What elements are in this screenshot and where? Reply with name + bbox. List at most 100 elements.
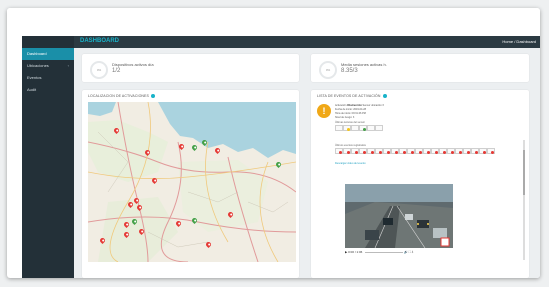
status-dot	[418, 150, 422, 154]
map-section-title-text: LOCALIZACION DE ACTIVACIONES	[88, 94, 149, 98]
grid-cell	[351, 148, 359, 154]
status-dot	[386, 150, 390, 154]
grid-cell	[439, 148, 447, 154]
status-dot	[410, 150, 414, 154]
event-date: Fecha de inicio: 2019-04-28	[335, 108, 366, 111]
events-card: LISTA DE EVENTOS DE ACTIVACIÓN ! Activac…	[311, 90, 529, 278]
top-header: DASHBOARD Home / Dashboard	[74, 36, 540, 48]
sidebar-item-label: Eventos	[27, 75, 42, 80]
status-dot	[378, 150, 382, 154]
kpi-card-sessions: 0% Media sesiones activas h. 8.35/3	[311, 54, 529, 82]
grid-cell	[423, 148, 431, 154]
status-dot	[466, 150, 470, 154]
grid-cell	[359, 148, 367, 154]
event-time: Hora de inicio: 09:31:46 PM	[335, 112, 366, 115]
screenshot-frame: Dashboard Ubicaciones ‹ Eventos Audit DA…	[7, 8, 540, 278]
grid-cell	[375, 125, 383, 131]
status-dot	[434, 150, 438, 154]
grid-cell	[431, 148, 439, 154]
grid-cell	[391, 148, 399, 154]
info-icon[interactable]	[382, 94, 387, 99]
events-section-title: LISTA DE EVENTOS DE ACTIVACIÓN	[317, 94, 387, 99]
chevron-left-icon: ‹	[67, 63, 69, 68]
page-title: DASHBOARD	[80, 38, 119, 44]
status-dot	[458, 150, 462, 154]
status-dot	[370, 150, 374, 154]
kpi-progress-ring: 0%	[319, 61, 337, 79]
sidebar-item-audit[interactable]: Audit	[22, 84, 74, 96]
grid-cell	[415, 148, 423, 154]
event-type[interactable]: Activación Obstrucción Sensor ubicación …	[335, 104, 384, 107]
play-icon[interactable]: ▶	[345, 250, 347, 254]
event-type-prefix: Activación	[335, 104, 348, 107]
kpi-label: Dispositivos activos día	[112, 62, 154, 67]
video-controls: ▶ 0:00 / 1:06 🔊 ⛶ ⇩	[345, 250, 453, 256]
grid-cell	[343, 148, 351, 154]
map-card: LOCALIZACION DE ACTIVACIONES	[82, 90, 299, 278]
scrollbar-thumb[interactable]	[523, 150, 525, 195]
grid-cell	[375, 148, 383, 154]
status-dot	[426, 150, 430, 154]
status-dot	[346, 127, 350, 131]
status-dot	[482, 150, 486, 154]
status-dot	[442, 150, 446, 154]
grid-cell	[463, 148, 471, 154]
activation-map[interactable]	[88, 102, 296, 262]
info-icon[interactable]	[150, 94, 155, 99]
status-dot	[346, 150, 350, 154]
grid-cell	[487, 148, 495, 154]
grid-cell	[335, 125, 343, 131]
status-dot	[490, 150, 494, 154]
grid-cell	[335, 148, 343, 154]
video-frame	[345, 184, 453, 248]
download-video-link[interactable]: Descargar vídeo del evento	[335, 162, 366, 165]
event-type-name: Obstrucción	[347, 104, 362, 107]
grid-cell	[479, 148, 487, 154]
grid-cell	[383, 148, 391, 154]
status-dot	[338, 150, 342, 154]
kpi-card-devices: 0% Dispositivos activos día 1/2	[82, 54, 299, 82]
grid-cell	[343, 125, 351, 131]
status-dot	[394, 150, 398, 154]
map-tiles	[88, 102, 296, 262]
breadcrumb[interactable]: Home / Dashboard	[502, 39, 536, 44]
status-dot	[402, 150, 406, 154]
sensor-grid-caption: Últimas lecturas del sensor	[335, 121, 366, 124]
event-type-suffix: Sensor ubicación X	[361, 104, 385, 107]
download-icon[interactable]: ⇩	[412, 250, 414, 254]
grid-cell	[471, 148, 479, 154]
events-grid-caption: Últimos eventos registrados	[335, 144, 366, 147]
status-dot	[354, 150, 358, 154]
grid-cell	[359, 125, 367, 131]
sidebar-item-dashboard[interactable]: Dashboard	[22, 48, 74, 60]
fullscreen-icon[interactable]: ⛶	[409, 250, 411, 254]
event-video[interactable]	[345, 184, 453, 248]
video-progress-bar[interactable]	[365, 251, 404, 253]
volume-icon[interactable]: 🔊	[404, 250, 408, 254]
sidebar-item-ubicaciones[interactable]: Ubicaciones ‹	[22, 60, 74, 72]
kpi-progress-ring: 0%	[90, 61, 108, 79]
events-scrollbar[interactable]	[523, 140, 525, 260]
app-window: Dashboard Ubicaciones ‹ Eventos Audit DA…	[22, 36, 540, 278]
window-top-area	[7, 8, 540, 38]
main-content: DASHBOARD Home / Dashboard 0% Dispositiv…	[74, 36, 540, 278]
grid-cell	[367, 148, 375, 154]
recent-events-grid	[335, 148, 495, 154]
grid-cell	[351, 125, 359, 131]
sidebar-item-label: Audit	[27, 87, 37, 92]
status-dot	[450, 150, 454, 154]
kpi-value: 1/2	[112, 68, 121, 74]
sidebar-item-label: Ubicaciones	[27, 63, 49, 68]
grid-cell	[399, 148, 407, 154]
event-risk: Nivel de riesgo: 3	[335, 116, 355, 119]
kpi-value: 8.35/3	[341, 68, 358, 74]
warning-icon: !	[317, 104, 331, 118]
kpi-label: Media sesiones activas h.	[341, 62, 387, 67]
status-dot	[362, 150, 366, 154]
status-dot	[362, 127, 366, 131]
sidebar-item-eventos[interactable]: Eventos	[22, 72, 74, 84]
grid-cell	[367, 125, 375, 131]
sidebar-item-label: Dashboard	[27, 51, 47, 56]
sidebar: Dashboard Ubicaciones ‹ Eventos Audit	[22, 36, 74, 278]
status-dot	[474, 150, 478, 154]
